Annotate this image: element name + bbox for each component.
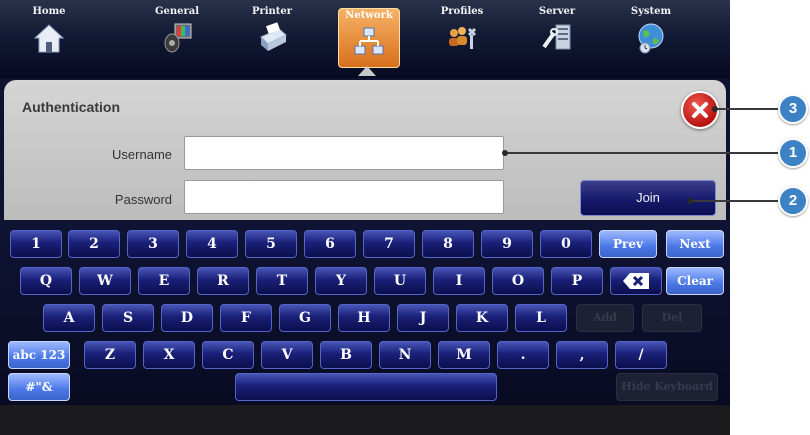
- key-x[interactable]: X: [143, 341, 195, 369]
- callout-dot-3: [712, 106, 718, 112]
- key-j[interactable]: J: [397, 304, 449, 332]
- add-key: Add: [576, 304, 634, 332]
- key-9[interactable]: 9: [481, 230, 533, 258]
- key-l[interactable]: L: [515, 304, 567, 332]
- callout-dot-1: [502, 150, 508, 156]
- callout-badge-1: 1: [778, 138, 808, 168]
- nav-system[interactable]: System: [616, 6, 686, 68]
- key-slash[interactable]: /: [615, 341, 667, 369]
- nav-printer-label: Printer: [251, 6, 293, 17]
- status-footer: [0, 405, 730, 435]
- callout-badge-2: 2: [778, 186, 808, 216]
- network-icon: [354, 27, 384, 55]
- key-h[interactable]: H: [338, 304, 390, 332]
- join-button[interactable]: Join: [580, 180, 716, 216]
- globe-icon: [638, 23, 664, 54]
- key-t[interactable]: T: [256, 267, 308, 295]
- backspace-key[interactable]: [610, 267, 662, 295]
- key-period[interactable]: .: [497, 341, 549, 369]
- username-label: Username: [112, 147, 172, 162]
- key-e[interactable]: E: [138, 267, 190, 295]
- key-z[interactable]: Z: [84, 341, 136, 369]
- key-5[interactable]: 5: [245, 230, 297, 258]
- symbols-key[interactable]: #"&: [8, 373, 70, 401]
- key-3[interactable]: 3: [127, 230, 179, 258]
- key-u[interactable]: U: [374, 267, 426, 295]
- callout-line-1: [505, 152, 782, 154]
- key-2[interactable]: 2: [68, 230, 120, 258]
- next-key[interactable]: Next: [666, 230, 724, 258]
- backspace-icon: [623, 273, 649, 289]
- key-i[interactable]: I: [433, 267, 485, 295]
- key-7[interactable]: 7: [363, 230, 415, 258]
- nav-network[interactable]: Network: [338, 8, 400, 68]
- key-p[interactable]: P: [551, 267, 603, 295]
- onscreen-keyboard: 1 2 3 4 5 6 7 8 9 0 Prev Next Q W E R T …: [0, 222, 730, 405]
- key-q[interactable]: Q: [20, 267, 72, 295]
- abc-123-key[interactable]: abc 123: [8, 341, 70, 369]
- key-r[interactable]: R: [197, 267, 249, 295]
- panel-title: Authentication: [22, 99, 120, 115]
- top-nav-bar: Home General Printer Network Profiles Se…: [0, 0, 730, 78]
- space-bar[interactable]: [235, 373, 497, 401]
- speaker-display-icon: [164, 23, 192, 53]
- username-field[interactable]: [184, 136, 504, 170]
- key-b[interactable]: B: [320, 341, 372, 369]
- key-k[interactable]: K: [456, 304, 508, 332]
- callout-line-2: [690, 200, 782, 202]
- callout-badge-3: 3: [778, 94, 808, 124]
- key-n[interactable]: N: [379, 341, 431, 369]
- key-v[interactable]: V: [261, 341, 313, 369]
- key-1[interactable]: 1: [10, 230, 62, 258]
- key-c[interactable]: C: [202, 341, 254, 369]
- key-8[interactable]: 8: [422, 230, 474, 258]
- nav-general-label: General: [154, 6, 200, 17]
- key-o[interactable]: O: [492, 267, 544, 295]
- nav-server[interactable]: Server: [522, 6, 592, 68]
- nav-printer[interactable]: Printer: [237, 6, 307, 68]
- server-icon: [542, 24, 571, 50]
- active-tab-pointer: [358, 66, 376, 76]
- key-a[interactable]: A: [43, 304, 95, 332]
- nav-home[interactable]: Home: [14, 6, 84, 68]
- nav-server-label: Server: [538, 6, 576, 17]
- printer-icon: [260, 22, 287, 51]
- nav-home-label: Home: [32, 6, 66, 17]
- users-tools-icon: [449, 27, 477, 49]
- password-field[interactable]: [184, 180, 504, 214]
- key-f[interactable]: F: [220, 304, 272, 332]
- house-icon: [33, 24, 65, 53]
- authentication-panel: Authentication Username Password Join: [4, 80, 726, 220]
- device-screen: Home General Printer Network Profiles Se…: [0, 0, 730, 435]
- nav-profiles-label: Profiles: [440, 6, 484, 17]
- key-y[interactable]: Y: [315, 267, 367, 295]
- hide-keyboard-key: Hide Keyboard: [616, 373, 718, 401]
- callout-dot-2: [687, 198, 693, 204]
- nav-profiles[interactable]: Profiles: [427, 6, 497, 68]
- key-d[interactable]: D: [161, 304, 213, 332]
- callout-line-3: [715, 108, 782, 110]
- key-0[interactable]: 0: [540, 230, 592, 258]
- del-key: Del: [642, 304, 702, 332]
- password-label: Password: [114, 192, 172, 207]
- clear-key[interactable]: Clear: [666, 267, 724, 295]
- key-comma[interactable]: ,: [556, 341, 608, 369]
- key-g[interactable]: G: [279, 304, 331, 332]
- nav-system-label: System: [630, 6, 672, 17]
- prev-key[interactable]: Prev: [599, 230, 657, 258]
- key-w[interactable]: W: [79, 267, 131, 295]
- key-4[interactable]: 4: [186, 230, 238, 258]
- key-m[interactable]: M: [438, 341, 490, 369]
- key-6[interactable]: 6: [304, 230, 356, 258]
- key-s[interactable]: S: [102, 304, 154, 332]
- nav-network-label: Network: [345, 10, 393, 21]
- nav-general[interactable]: General: [142, 6, 212, 68]
